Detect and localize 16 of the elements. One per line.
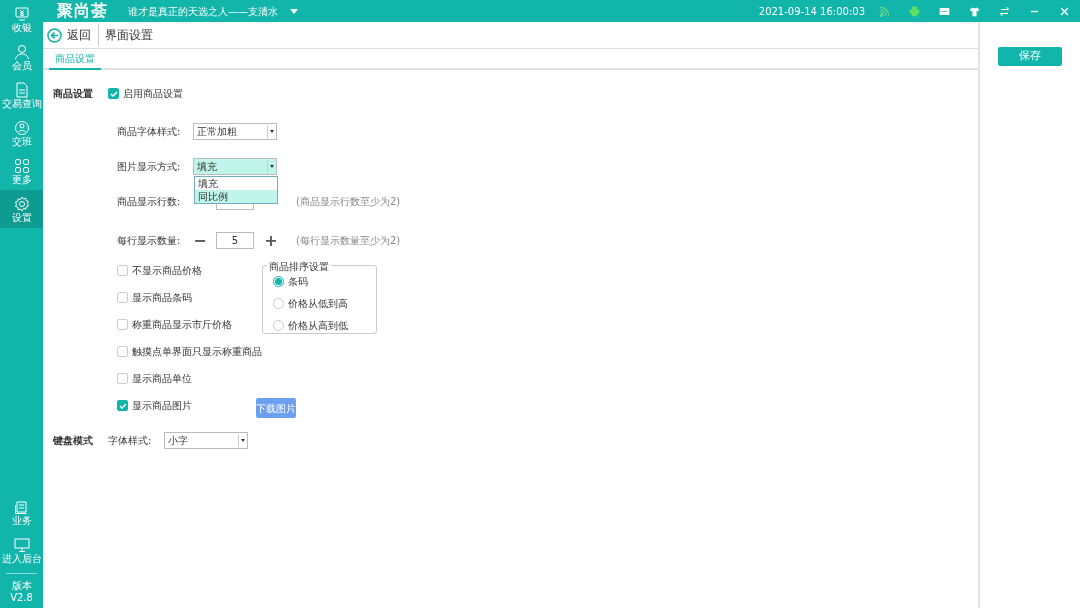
hint-text: (商品显示行数至少为2)	[296, 195, 401, 209]
datetime-text: 2021-09-14 16:00:03	[758, 4, 865, 19]
version-number: V2.8	[9, 592, 34, 604]
hint-text: (每行显示数量至少为2)	[296, 234, 401, 248]
field-label: 商品字体样式:	[117, 125, 182, 139]
app-logo: 聚尚荟	[57, 0, 108, 22]
section-title: 商品设置	[53, 87, 94, 101]
field-label: 每行显示数量:	[117, 234, 182, 248]
field-label: 字体样式:	[108, 434, 153, 448]
section-title: 键盘模式	[53, 434, 94, 448]
field-label: 图片显示方式:	[117, 160, 182, 174]
slogan-text: 谁才是真正的天选之人——支清水	[128, 4, 278, 19]
panel-title: 商品排序设置	[267, 259, 331, 274]
field-label: 商品显示行数:	[117, 195, 182, 209]
page-title: 界面设置	[105, 27, 153, 44]
version-label: 版本	[10, 580, 33, 592]
